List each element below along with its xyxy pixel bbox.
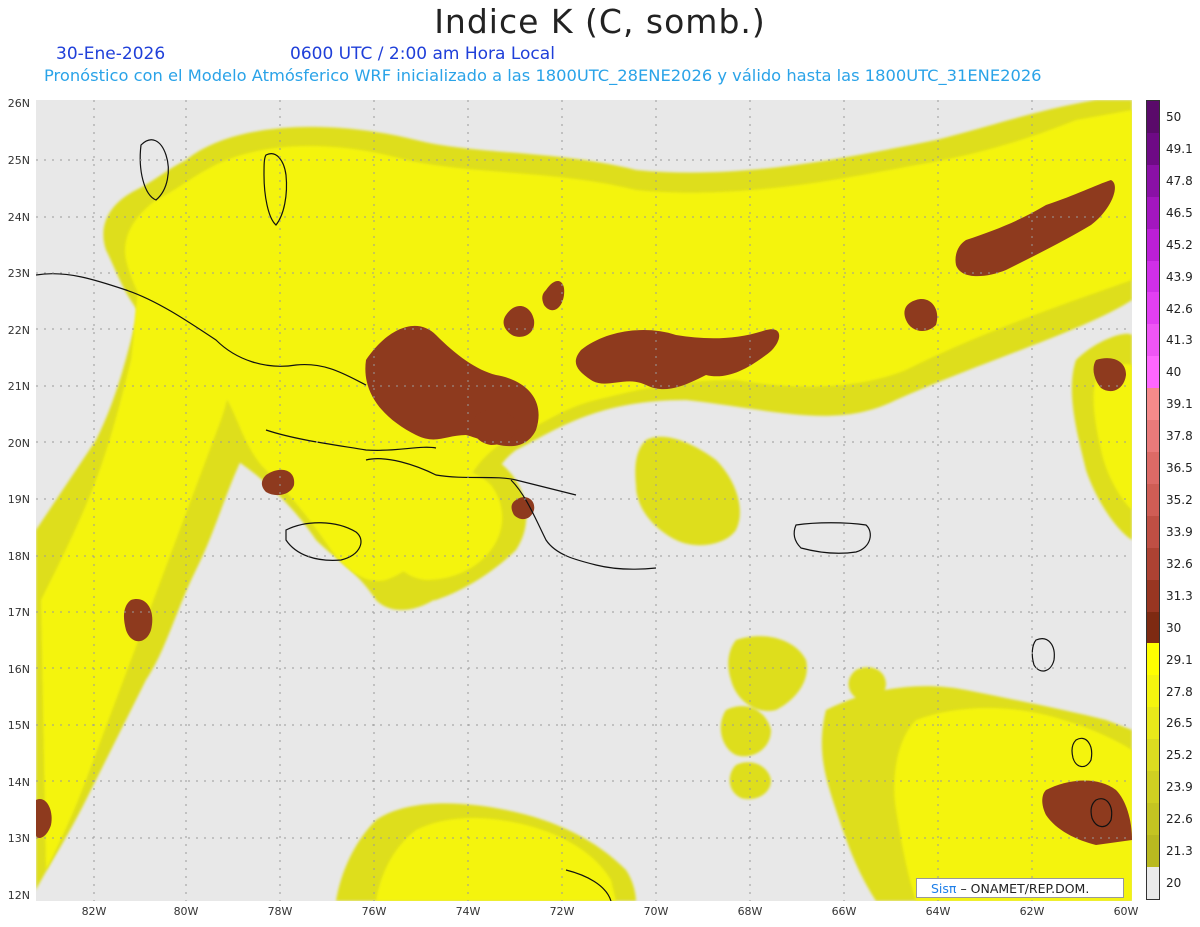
lon-label: 80W	[173, 905, 199, 918]
colorbar-segment	[1147, 196, 1159, 229]
colorbar-label: 40	[1166, 365, 1182, 380]
forecast-time: 0600 UTC / 2:00 am Hora Local	[290, 44, 555, 64]
lon-label: 70W	[643, 905, 669, 918]
colorbar-segment	[1147, 164, 1159, 197]
colorbar-label: 41.3	[1166, 333, 1193, 348]
colorbar	[1146, 100, 1160, 900]
colorbar-label: 23.9	[1166, 780, 1193, 795]
colorbar-label: 35.2	[1166, 493, 1193, 508]
colorbar-segment	[1147, 515, 1159, 548]
sispi-logo: Sisπ	[931, 881, 957, 896]
colorbar-label: 36.5	[1166, 461, 1193, 476]
colorbar-segment	[1147, 132, 1159, 165]
lon-label: 76W	[361, 905, 387, 918]
colorbar-segment	[1147, 579, 1159, 612]
lon-label: 66W	[831, 905, 857, 918]
colorbar-segment	[1147, 707, 1159, 740]
colorbar-label: 46.5	[1166, 205, 1193, 220]
colorbar-segment	[1147, 611, 1159, 644]
colorbar-segment	[1147, 388, 1159, 421]
colorbar-segment	[1147, 101, 1159, 133]
lat-label: 19N	[7, 493, 30, 506]
lat-label: 22N	[7, 324, 30, 337]
lon-label: 74W	[455, 905, 481, 918]
colorbar-segment	[1147, 547, 1159, 580]
colorbar-segment	[1147, 451, 1159, 484]
lon-label: 78W	[267, 905, 293, 918]
colorbar-label: 42.6	[1166, 301, 1193, 316]
colorbar-label: 20	[1166, 876, 1182, 891]
lat-label: 16N	[7, 663, 30, 676]
colorbar-label: 39.1	[1166, 397, 1193, 412]
colorbar-segment	[1147, 356, 1159, 389]
colorbar-label: 26.5	[1166, 716, 1193, 731]
colorbar-segment	[1147, 866, 1159, 899]
lon-label: 68W	[737, 905, 763, 918]
forecast-date: 30-Ene-2026	[56, 44, 166, 64]
colorbar-segment	[1147, 292, 1159, 325]
colorbar-label: 21.3	[1166, 844, 1193, 859]
lat-label: 12N	[7, 889, 30, 902]
colorbar-segment	[1147, 771, 1159, 803]
lat-label: 18N	[7, 550, 30, 563]
colorbar-segment	[1147, 834, 1159, 867]
colorbar-segment	[1147, 643, 1159, 676]
colorbar-segment	[1147, 324, 1159, 357]
map-title: Indice K (C, somb.)	[434, 2, 766, 41]
lat-label: 14N	[7, 776, 30, 789]
lat-label: 25N	[7, 154, 30, 167]
map-canvas	[36, 100, 1132, 901]
colorbar-segment	[1147, 802, 1159, 835]
credit-text: – ONAMET/REP.DOM.	[960, 881, 1090, 896]
colorbar-segment	[1147, 260, 1159, 293]
colorbar-label: 31.3	[1166, 588, 1193, 603]
colorbar-segment	[1147, 675, 1159, 708]
colorbar-segment	[1147, 483, 1159, 516]
lon-label: 62W	[1019, 905, 1045, 918]
colorbar-segment	[1147, 420, 1159, 452]
lat-label: 23N	[7, 267, 30, 280]
colorbar-label: 43.9	[1166, 269, 1193, 284]
lat-label: 15N	[7, 719, 30, 732]
forecast-map	[36, 100, 1132, 901]
colorbar-segment	[1147, 739, 1159, 772]
lat-label: 20N	[7, 437, 30, 450]
colorbar-label: 49.1	[1166, 141, 1193, 156]
lat-label: 13N	[7, 832, 30, 845]
colorbar-label: 50	[1166, 110, 1182, 124]
colorbar-label: 37.8	[1166, 429, 1193, 444]
colorbar-segment	[1147, 228, 1159, 261]
lat-label: 17N	[7, 606, 30, 619]
lat-label: 26N	[7, 97, 30, 110]
lat-label: 21N	[7, 380, 30, 393]
credit-box: Sisπ – ONAMET/REP.DOM.	[916, 878, 1124, 898]
colorbar-label: 30	[1166, 620, 1182, 635]
lon-label: 60W	[1113, 905, 1139, 918]
colorbar-label: 47.8	[1166, 173, 1193, 188]
colorbar-label: 25.2	[1166, 748, 1193, 763]
lat-label: 24N	[7, 211, 30, 224]
colorbar-label: 45.2	[1166, 237, 1193, 252]
colorbar-label: 33.9	[1166, 524, 1193, 539]
colorbar-label: 27.8	[1166, 684, 1193, 699]
colorbar-label: 22.6	[1166, 812, 1193, 827]
lon-label: 72W	[549, 905, 575, 918]
lon-label: 64W	[925, 905, 951, 918]
colorbar-label: 29.1	[1166, 652, 1193, 667]
model-info: Pronóstico con el Modelo Atmósferico WRF…	[44, 66, 1042, 85]
colorbar-label: 32.6	[1166, 556, 1193, 571]
lon-label: 82W	[81, 905, 107, 918]
